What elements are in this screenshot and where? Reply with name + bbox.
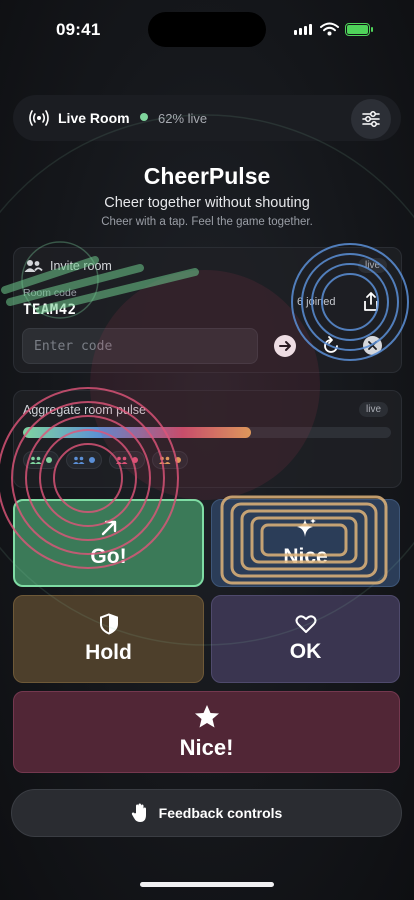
hand-icon (131, 803, 146, 822)
feedback-label: Feedback controls (158, 805, 283, 821)
cellular-signal-icon (294, 24, 312, 35)
room-label: Live Room (58, 110, 130, 126)
app-subtitle: Cheer together without shouting (104, 195, 310, 211)
reaction-label: OK (289, 640, 322, 663)
clear-code-button[interactable] (363, 336, 382, 355)
sparkle-icon (296, 518, 316, 537)
home-indicator[interactable] (140, 882, 274, 887)
pulse-meter (23, 427, 391, 438)
wifi-icon (320, 22, 339, 36)
status-badge: live (358, 258, 388, 273)
reaction-go-button[interactable]: Go! (13, 499, 204, 587)
reaction-label: Hold (85, 641, 132, 664)
pulse-meter-fill (23, 427, 252, 438)
crowd-icon (73, 456, 85, 464)
close-icon (368, 341, 377, 350)
reaction-ok-button[interactable]: OK (211, 595, 400, 683)
room-code-input[interactable] (22, 328, 258, 364)
room-code-value: TEAM42 (23, 302, 77, 318)
join-room-button[interactable] (274, 335, 296, 357)
star-icon (194, 704, 219, 727)
refresh-code-button[interactable] (320, 335, 342, 357)
share-icon (364, 292, 378, 311)
shield-icon (99, 613, 118, 635)
dynamic-island (148, 12, 266, 47)
pulse-chip-2 (66, 451, 102, 469)
reaction-hold-button[interactable]: Hold (13, 595, 204, 683)
joined-count: 6 joined (297, 296, 336, 308)
live-percent: 62% live (158, 111, 208, 126)
room-code-label: Room code (23, 287, 77, 299)
crowd-icon (159, 456, 171, 464)
sliders-icon (362, 111, 380, 127)
reaction-label: Nice! (179, 734, 234, 760)
status-badge: live (359, 402, 389, 417)
refresh-icon (324, 336, 338, 353)
app-tagline: Cheer with a tap. Feel the game together… (101, 216, 313, 228)
reaction-nice-exclaim-button[interactable]: Nice! (13, 691, 400, 773)
chip-dot (132, 457, 138, 463)
reaction-label: Nice (283, 545, 328, 568)
battery-icon (345, 23, 373, 36)
live-indicator-dot (140, 113, 148, 121)
reaction-nice-button[interactable]: Nice (211, 499, 400, 587)
invite-title: Invite room (50, 259, 112, 273)
pulse-chip-4 (152, 451, 188, 469)
group-icon (24, 260, 43, 272)
broadcast-icon (29, 110, 49, 126)
feedback-controls-button[interactable]: Feedback controls (11, 789, 402, 837)
status-time: 09:41 (56, 20, 101, 39)
pulse-title: Aggregate room pulse (23, 403, 146, 417)
settings-button[interactable] (351, 99, 391, 139)
share-button[interactable] (360, 291, 382, 313)
reaction-label: Go! (90, 545, 127, 568)
heart-icon (295, 615, 316, 633)
chip-dot (175, 457, 181, 463)
chip-dot (89, 457, 95, 463)
pulse-chip-3 (109, 451, 145, 469)
arrow-right-icon (279, 341, 291, 351)
pulse-chip-1 (23, 451, 59, 469)
chip-dot (46, 457, 52, 463)
arrow-up-right-icon (101, 520, 116, 536)
pulse-chips (23, 451, 188, 469)
crowd-icon (30, 456, 42, 464)
app-title: CheerPulse (143, 163, 271, 189)
crowd-icon (116, 456, 128, 464)
